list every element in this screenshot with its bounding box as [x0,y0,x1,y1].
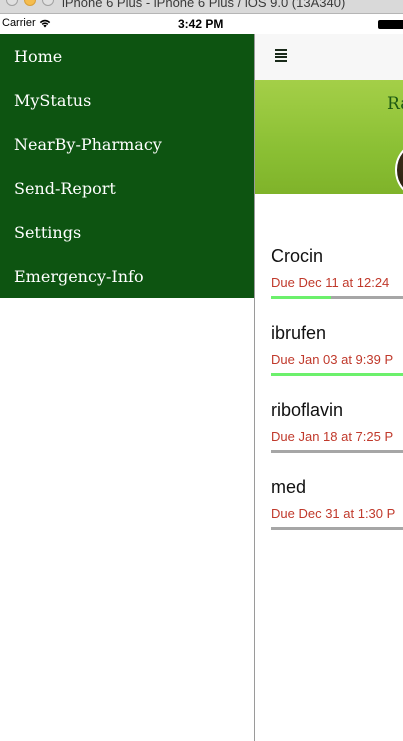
dose-progress-bar [271,373,403,376]
main-panel: Ra Crocin Due Dec 11 at 12:24 ibrufen Du… [254,34,403,741]
medicine-list: Crocin Due Dec 11 at 12:24 ibrufen Due J… [255,238,403,546]
menu-item-home[interactable]: Home [0,34,254,78]
window-title: iPhone 6 Plus - iPhone 6 Plus / iOS 9.0 … [62,0,346,10]
medicine-due-date: Due Jan 18 at 7:25 P [271,429,394,444]
profile-banner: Ra [255,80,403,200]
medicine-due-date: Due Jan 03 at 9:39 P [271,352,394,367]
medicine-name: ibrufen [271,323,327,343]
battery-icon [378,20,403,29]
dose-progress-fill [271,373,403,376]
carrier-indicator: Carrier [2,17,51,29]
menu-item-mystatus[interactable]: MyStatus [0,78,254,122]
menu-item-settings[interactable]: Settings [0,210,254,254]
status-bar: Carrier 3:42 PM [0,14,403,34]
list-item[interactable]: med Due Dec 31 at 1:30 P [255,469,403,546]
hamburger-menu-icon[interactable] [275,49,287,62]
zoom-window-button[interactable] [42,0,54,6]
navigation-bar [255,34,403,80]
avatar[interactable] [395,140,403,200]
menu-item-send-report[interactable]: Send-Report [0,166,254,210]
banner-title: Ra [387,94,403,114]
banner-spacer [255,194,403,238]
simulator-title-bar: iPhone 6 Plus - iPhone 6 Plus / iOS 9.0 … [0,0,403,14]
medicine-name: med [271,477,307,497]
dose-progress-bar [271,296,403,299]
wifi-icon [39,19,50,27]
minimize-window-button[interactable] [24,0,36,6]
carrier-label: Carrier [2,17,36,29]
side-menu: Home MyStatus NearBy-Pharmacy Send-Repor… [0,34,254,298]
dose-progress-bar [271,527,403,530]
list-item[interactable]: ibrufen Due Jan 03 at 9:39 P [255,315,403,392]
status-time: 3:42 PM [178,17,224,31]
medicine-name: Crocin [271,246,324,266]
medicine-due-date: Due Dec 31 at 1:30 P [271,506,396,521]
menu-item-emergency-info[interactable]: Emergency-Info [0,254,254,298]
dose-progress-fill [271,296,331,299]
close-window-button[interactable] [6,0,18,6]
list-item[interactable]: riboflavin Due Jan 18 at 7:25 P [255,392,403,469]
medicine-due-date: Due Dec 11 at 12:24 [271,275,390,290]
dose-progress-bar [271,450,403,453]
list-item[interactable]: Crocin Due Dec 11 at 12:24 [255,238,403,315]
menu-item-nearby-pharmacy[interactable]: NearBy-Pharmacy [0,122,254,166]
medicine-name: riboflavin [271,400,344,420]
